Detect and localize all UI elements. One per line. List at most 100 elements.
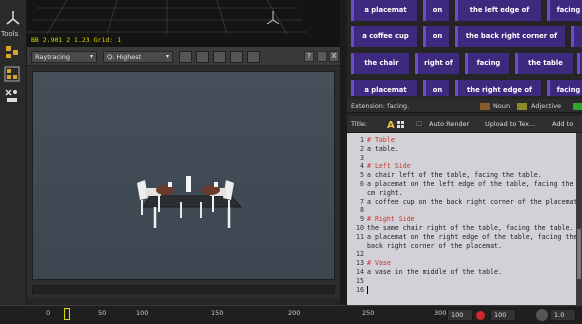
line-number: 7 (360, 197, 364, 206)
auto-render-toggle[interactable]: Auto Render (429, 120, 469, 128)
timeline-tick: 200 (288, 309, 301, 317)
word-chip[interactable]: on (423, 26, 449, 47)
editor-line[interactable]: a table. (367, 145, 399, 153)
editor-line[interactable]: # Right Side (367, 215, 415, 223)
timeline-tick: 100 (136, 309, 149, 317)
word-chip[interactable]: the right edge of (455, 80, 541, 96)
render-toolbar: Raytracing ▾ Q: Highest ▾ ? X (27, 48, 340, 66)
line-number: 12 (356, 250, 364, 259)
line-number: 5 (360, 171, 364, 180)
timeline-tick: 250 (362, 309, 375, 317)
word-chip[interactable]: a placemat (351, 0, 417, 21)
word-chip[interactable]: on (423, 0, 449, 21)
timeline-tick: 0 (46, 309, 51, 317)
word-chip[interactable]: on (423, 80, 449, 96)
line-number: 3 (360, 153, 364, 162)
editor-line[interactable]: back right corner of the placemat. (367, 242, 502, 250)
rendered-table-scene (137, 176, 243, 228)
word-chip-partial[interactable] (577, 53, 582, 74)
line-number: 1 (360, 136, 364, 144)
tools-label: Tools (1, 30, 19, 38)
word-chip[interactable]: the left edge of (455, 0, 541, 21)
extension-label: Extension: facing. (351, 102, 410, 110)
word-chip[interactable]: a coffee cup (351, 26, 417, 47)
chevron-down-icon: ▾ (89, 53, 93, 60)
word-chip[interactable]: the chair (351, 53, 409, 74)
line-number: 10 (356, 224, 364, 232)
editor-line[interactable]: # Left Side (367, 162, 411, 170)
adjective-swatch (517, 103, 527, 110)
scene-text-editor[interactable]: 1 # Table 2 a table. 3 4 # Left Side 5 a chair l… (347, 133, 576, 305)
render-scene[interactable] (32, 71, 335, 280)
noun-legend-label: Noun (493, 102, 511, 110)
editor-line[interactable]: # Vase (367, 259, 391, 267)
timeline-tick: 300 (434, 309, 447, 317)
renderer-value: Raytracing (35, 53, 71, 61)
tool-strip: Tools (0, 0, 27, 305)
line-number: 2 (360, 144, 364, 153)
scrollbar-thumb[interactable] (577, 229, 581, 279)
timeline[interactable]: 0 50 100 150 200 250 300 100 100 1.0 (0, 305, 582, 324)
line-number: 11 (356, 232, 364, 241)
editor-line[interactable]: the same chair right of the table, facin… (367, 224, 576, 232)
word-chip[interactable]: facing (547, 80, 582, 96)
help-button[interactable]: ? (304, 51, 314, 62)
editor-line[interactable]: a chair left of the table, facing the ta… (367, 171, 542, 179)
editor-line[interactable]: a placemat on the right edge of the tabl… (367, 233, 576, 241)
cube-tool-icon[interactable] (4, 44, 20, 60)
verb-swatch (573, 103, 582, 110)
word-palette: a placemat on the left edge of facing a … (347, 0, 582, 96)
upload-button[interactable]: Upload to Tex... (485, 120, 535, 128)
editor-toolbar: Title: A ☐ Auto Render Upload to Tex... … (347, 116, 582, 133)
line-number: 9 (360, 215, 364, 224)
render-progress-bar (32, 285, 335, 294)
arrange-tool-icon[interactable] (4, 66, 20, 82)
line-number: 15 (356, 276, 364, 285)
top-3d-viewport[interactable]: BB 2.901 2 1.23 Grid: 1 (27, 0, 340, 48)
line-number: 8 (360, 206, 364, 215)
editor-scrollbar[interactable] (576, 133, 582, 305)
editor-line[interactable]: # Table (367, 136, 395, 144)
word-chip[interactable]: the back right corner of (455, 26, 565, 47)
word-chip-partial[interactable] (571, 26, 582, 47)
word-chip[interactable]: right of (415, 53, 459, 74)
transform-tool-icon[interactable] (4, 88, 20, 104)
adjective-legend-label: Adjective (531, 102, 562, 110)
editor-line[interactable]: a vase in the middle of the table. (367, 268, 502, 276)
render-settings-icon[interactable] (196, 51, 209, 63)
minimize-button[interactable] (317, 51, 327, 62)
word-chip[interactable]: the table (515, 53, 573, 74)
axis-gizmo-icon[interactable] (5, 10, 21, 26)
line-number: 6 (360, 180, 364, 188)
editor-line[interactable]: a coffee cup on the back right corner of… (367, 198, 576, 206)
record-button[interactable] (476, 311, 485, 320)
line-number: 14 (356, 268, 364, 276)
add-button[interactable]: Add to (552, 120, 573, 128)
panel-divider[interactable] (340, 0, 347, 305)
speed-icon[interactable] (536, 309, 548, 321)
editor-line[interactable]: a placemat on the left edge of the table… (367, 180, 576, 188)
timeline-tick: 150 (211, 309, 224, 317)
bounding-box-info: BB 2.901 2 1.23 Grid: 1 (31, 36, 122, 44)
text-format-icon[interactable]: A (387, 118, 405, 131)
title-label: Title: (351, 120, 368, 128)
grid-view-icon[interactable] (230, 51, 243, 63)
end-frame-field[interactable]: 100 (447, 309, 473, 321)
word-chip[interactable]: facing (465, 53, 509, 74)
export-icon[interactable] (247, 51, 260, 63)
auto-render-checkbox-icon[interactable]: ☐ (416, 120, 422, 128)
word-chip[interactable]: a placemat (351, 80, 417, 96)
renderer-select[interactable]: Raytracing ▾ (31, 51, 97, 63)
app-window: Tools BB 2.901 2 1.23 Grid: 1 Raytracing… (0, 0, 582, 324)
fps-field[interactable]: 100 (490, 309, 516, 321)
word-chip[interactable]: facing (547, 0, 582, 21)
film-icon[interactable] (179, 51, 192, 63)
snapshot-icon[interactable] (213, 51, 226, 63)
playhead-marker[interactable] (64, 308, 70, 320)
quality-select[interactable]: Q: Highest ▾ (103, 51, 173, 63)
line-number: 4 (360, 162, 364, 171)
editor-line[interactable]: cm right. (367, 189, 403, 197)
speed-field[interactable]: 1.0 (550, 309, 576, 321)
close-button[interactable]: X (329, 51, 339, 62)
svg-text:A: A (387, 120, 395, 131)
